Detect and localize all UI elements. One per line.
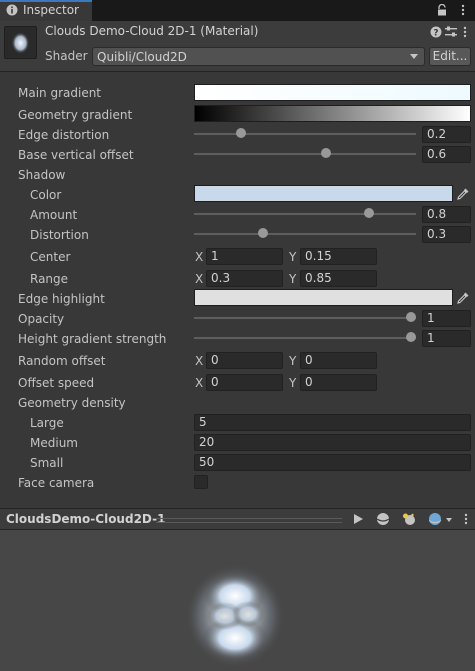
shadow-distortion-input[interactable]: 0.3 bbox=[422, 226, 471, 243]
shadow-section-label: Shadow bbox=[18, 168, 66, 182]
random-offset-y-input[interactable]: 0 bbox=[300, 352, 377, 369]
random-offset-label: Random offset bbox=[18, 354, 106, 368]
tab-label: Inspector bbox=[23, 3, 79, 17]
tab-menu-icon[interactable] bbox=[460, 4, 466, 16]
offset-speed-x-label: X bbox=[195, 376, 204, 390]
edge-highlight-label: Edge highlight bbox=[18, 292, 105, 306]
preview-lighting-icon[interactable] bbox=[401, 511, 417, 527]
shader-label: Shader bbox=[45, 49, 88, 63]
shader-dropdown[interactable]: Quibli/Cloud2D bbox=[92, 47, 425, 66]
dropdown-arrow-icon bbox=[410, 54, 418, 59]
density-large-label: Large bbox=[30, 416, 64, 430]
range-y-input[interactable]: 0.85 bbox=[300, 270, 377, 287]
lock-icon[interactable] bbox=[436, 4, 448, 16]
shadow-distortion-slider-track[interactable] bbox=[194, 233, 416, 235]
main-gradient-label: Main gradient bbox=[18, 86, 102, 100]
offset-speed-x-input[interactable]: 0 bbox=[206, 374, 283, 391]
shadow-center-label: Center bbox=[30, 250, 71, 264]
density-medium-input[interactable]: 20 bbox=[194, 434, 471, 451]
density-small-label: Small bbox=[30, 456, 64, 470]
center-x-input[interactable]: 1 bbox=[206, 248, 283, 265]
edit-shader-button[interactable]: Edit... bbox=[429, 47, 471, 66]
shadow-amount-slider-handle[interactable] bbox=[363, 208, 374, 218]
shadow-amount-slider-track[interactable] bbox=[194, 213, 416, 215]
random-offset-y-label: Y bbox=[289, 354, 297, 368]
base-vertical-offset-input[interactable]: 0.6 bbox=[422, 146, 471, 163]
geometry-gradient-field[interactable] bbox=[194, 105, 471, 122]
eyedropper-icon[interactable] bbox=[455, 290, 471, 306]
more-options-icon[interactable] bbox=[462, 26, 468, 38]
random-offset-x-input[interactable]: 0 bbox=[206, 352, 283, 369]
shadow-color-label: Color bbox=[30, 188, 62, 202]
base-vertical-offset-slider-handle[interactable] bbox=[321, 148, 332, 158]
preview-options-chevron-icon[interactable] bbox=[446, 518, 452, 522]
preview-title: CloudsDemo-Cloud2D-1 bbox=[6, 512, 166, 526]
edge-highlight-swatch[interactable] bbox=[194, 289, 453, 306]
help-icon[interactable]: ? bbox=[430, 26, 442, 38]
base-vertical-offset-label: Base vertical offset bbox=[18, 148, 134, 162]
shadow-amount-input[interactable]: 0.8 bbox=[422, 206, 471, 223]
density-small-input[interactable]: 50 bbox=[194, 454, 471, 471]
opacity-label: Opacity bbox=[18, 312, 65, 326]
center-x-label: X bbox=[195, 250, 204, 264]
height-gradient-strength-input[interactable]: 1 bbox=[422, 330, 471, 347]
height-gradient-strength-slider-track[interactable] bbox=[194, 337, 416, 339]
svg-text:?: ? bbox=[433, 29, 438, 39]
offset-speed-label: Offset speed bbox=[18, 376, 95, 390]
face-camera-label: Face camera bbox=[18, 476, 95, 490]
density-large-input[interactable]: 5 bbox=[194, 414, 471, 431]
preset-sliders-icon[interactable] bbox=[444, 26, 458, 38]
eyedropper-icon[interactable] bbox=[455, 186, 471, 202]
cloud-preview-image bbox=[185, 564, 285, 668]
opacity-slider-handle[interactable] bbox=[406, 312, 416, 322]
main-gradient-field[interactable] bbox=[194, 84, 471, 101]
density-medium-label: Medium bbox=[30, 436, 78, 450]
geometry-gradient-label: Geometry gradient bbox=[18, 108, 133, 122]
info-icon bbox=[6, 4, 18, 16]
opacity-slider-track[interactable] bbox=[194, 317, 416, 319]
opacity-input[interactable]: 1 bbox=[422, 310, 471, 327]
play-icon[interactable] bbox=[352, 513, 364, 525]
edge-distortion-slider-track[interactable] bbox=[194, 133, 416, 135]
material-thumbnail-icon bbox=[4, 26, 37, 59]
preview-more-icon[interactable] bbox=[463, 513, 469, 525]
preview-background-sphere-icon[interactable] bbox=[428, 512, 442, 526]
shader-value: Quibli/Cloud2D bbox=[97, 50, 187, 64]
range-x-input[interactable]: 0.3 bbox=[206, 270, 283, 287]
material-title: Clouds Demo-Cloud 2D-1 (Material) bbox=[45, 24, 259, 38]
shadow-amount-label: Amount bbox=[30, 208, 78, 222]
shadow-distortion-slider-handle[interactable] bbox=[257, 228, 268, 238]
range-x-label: X bbox=[195, 272, 204, 286]
center-y-label: Y bbox=[289, 250, 297, 264]
offset-speed-y-label: Y bbox=[289, 376, 297, 390]
geometry-density-label: Geometry density bbox=[18, 396, 126, 410]
shadow-color-swatch[interactable] bbox=[194, 185, 453, 202]
shadow-distortion-label: Distortion bbox=[30, 228, 89, 242]
preview-drag-handle[interactable] bbox=[156, 518, 342, 523]
range-y-label: Y bbox=[289, 272, 297, 286]
center-y-input[interactable]: 0.15 bbox=[300, 248, 377, 265]
height-gradient-strength-slider-handle[interactable] bbox=[406, 332, 416, 342]
height-gradient-strength-label: Height gradient strength bbox=[18, 332, 167, 346]
base-vertical-offset-slider-track[interactable] bbox=[194, 153, 416, 155]
shadow-range-label: Range bbox=[30, 272, 69, 286]
random-offset-x-label: X bbox=[195, 354, 204, 368]
offset-speed-y-input[interactable]: 0 bbox=[300, 374, 377, 391]
preview-mesh-sphere-icon[interactable] bbox=[376, 512, 390, 526]
edge-distortion-label: Edge distortion bbox=[18, 128, 110, 142]
edge-distortion-input[interactable]: 0.2 bbox=[422, 126, 471, 143]
edge-distortion-slider-handle[interactable] bbox=[236, 128, 247, 138]
material-preview-viewport[interactable] bbox=[0, 530, 475, 671]
face-camera-checkbox[interactable] bbox=[194, 475, 208, 489]
